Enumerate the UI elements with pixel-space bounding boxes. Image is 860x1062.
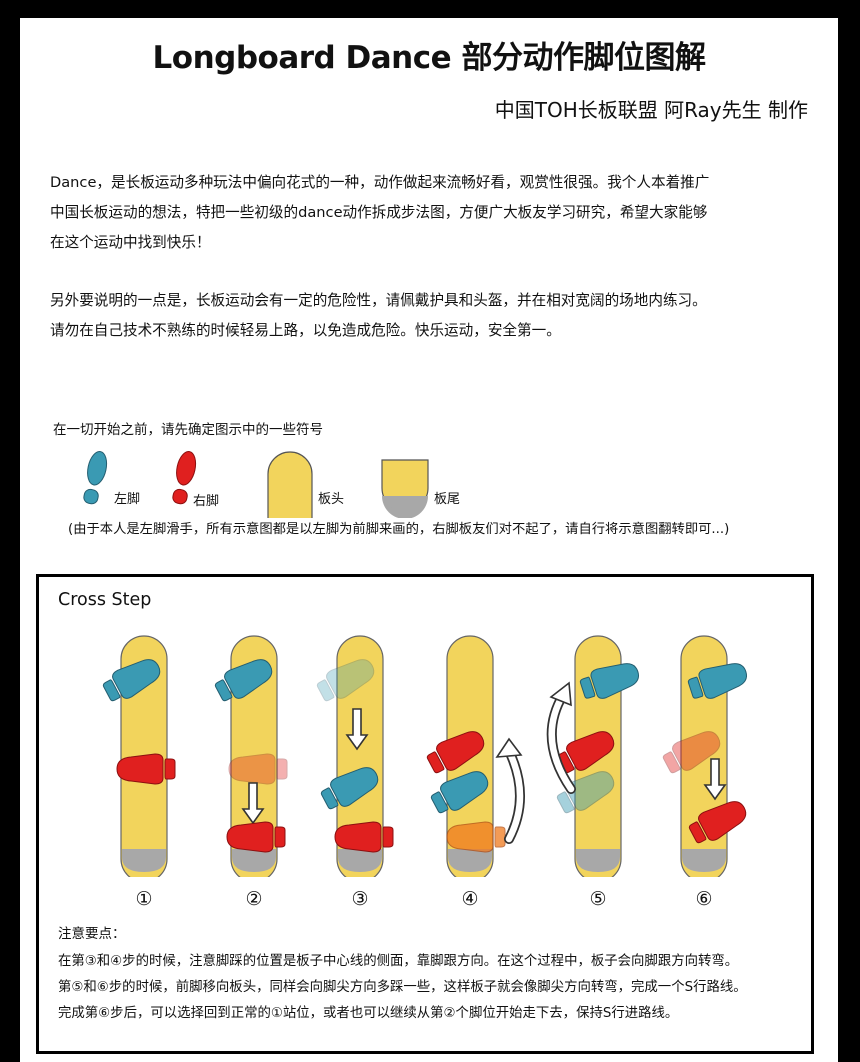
step-number: ①: [135, 888, 153, 910]
right-foot-icon: [116, 753, 176, 785]
intro-paragraph-2: 另外要说明的一点是，长板运动会有一定的危险性，请佩戴护具和头盔，并在相对宽阔的场…: [50, 286, 818, 346]
step-number: ④: [461, 888, 479, 910]
note-line: 第⑤和⑥步的时候，前脚移向板头，同样会向脚尖方向多踩一些，这样板子就会像脚尖方向…: [58, 980, 747, 995]
legend-note: (由于本人是左脚滑手，所有示意图都是以左脚为前脚来画的，右脚板友们对不起了，请自…: [68, 522, 730, 537]
right-foot-ghost-icon: [228, 753, 288, 785]
right-foot-icon: [334, 821, 394, 853]
intro-line: 中国长板运动的想法，特把一些初级的dance动作拆成步法图，方便广大板友学习研究…: [50, 204, 708, 221]
credit-line: 中国TOH长板联盟 阿Ray先生 制作: [494, 98, 808, 122]
steps-diagram: [99, 635, 752, 877]
board-nose-icon: [267, 451, 313, 518]
step-number: ⑥: [695, 888, 713, 910]
intro-line: 在这个运动中找到快乐！: [50, 234, 211, 251]
step-number: ③: [351, 888, 369, 910]
note-line: 在第③和④步的时候，注意脚踩的位置是板子中心线的侧面，靠脚跟方向。在这个过程中，…: [58, 954, 739, 969]
cross-step-panel: Cross Step ① ② ③ ④ ⑤ ⑥ 注意要点： 在第③和④步的时候，注…: [36, 574, 814, 1054]
intro-line: 另外要说明的一点是，长板运动会有一定的危险性，请佩戴护具和头盔，并在相对宽阔的场…: [50, 292, 707, 309]
intro-paragraph-1: Dance，是长板运动多种玩法中偏向花式的一种，动作做起来流畅好看，观赏性很强。…: [50, 168, 818, 258]
right-foot-icon: [226, 821, 286, 853]
intro-line: Dance，是长板运动多种玩法中偏向花式的一种，动作做起来流畅好看，观赏性很强。…: [50, 174, 710, 191]
note-line: 完成第⑥步后，可以选择回到正常的①站位，或者也可以继续从第②个脚位开始走下去，保…: [58, 1006, 679, 1021]
legend-label-right-foot: 右脚: [193, 494, 220, 509]
legend-title: 在一切开始之前，请先确定图示中的一些符号: [53, 422, 323, 438]
step-number: ②: [245, 888, 263, 910]
legend-label-left-foot: 左脚: [114, 492, 141, 507]
left-foot-icon: [83, 450, 108, 505]
legend-symbols: [83, 450, 429, 518]
step-number: ⑤: [589, 888, 607, 910]
page: Longboard Dance 部分动作脚位图解 中国TOH长板联盟 阿Ray先…: [20, 18, 838, 1062]
intro-line: 请勿在自己技术不熟练的时候轻易上路，以免造成危险。快乐运动，安全第一。: [50, 322, 561, 339]
board-tail-icon: [381, 459, 429, 518]
notes-title: 注意要点：: [58, 926, 126, 942]
legend-label-board-tail: 板尾: [434, 492, 461, 507]
page-title: Longboard Dance 部分动作脚位图解: [152, 40, 706, 76]
legend-label-board-nose: 板头: [318, 492, 345, 507]
right-foot-ghost-icon: [446, 821, 506, 853]
